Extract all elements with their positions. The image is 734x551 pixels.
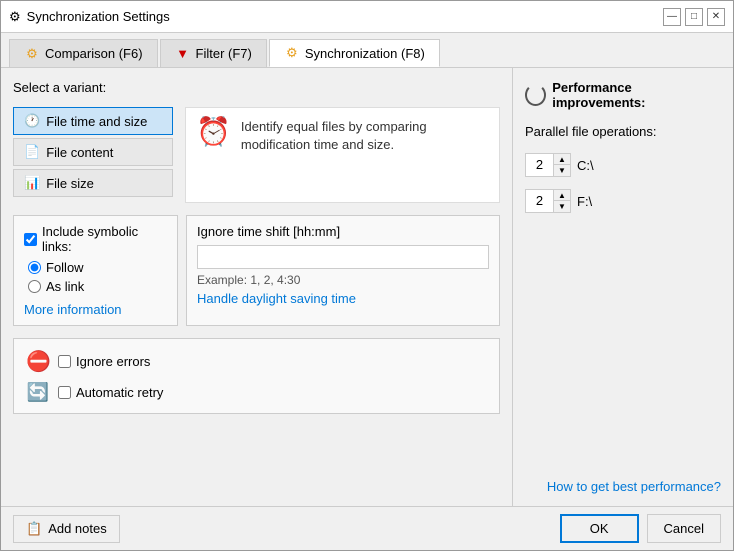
add-notes-button[interactable]: 📋 Add notes [13, 515, 120, 543]
left-panel: Select a variant: 🕐 File time and size 📄… [1, 68, 513, 506]
f-drive-label: F:\ [577, 194, 592, 209]
file-time-size-icon: 🕐 [24, 113, 40, 129]
select-variant-label: Select a variant: [13, 80, 500, 95]
f-spinner-value: 2 [526, 190, 554, 212]
tab-filter[interactable]: ▼ Filter (F7) [160, 39, 267, 67]
automatic-retry-row: 🔄 Automatic retry [26, 382, 487, 403]
follow-radio-label[interactable]: Follow [28, 260, 167, 275]
description-text: Identify equal files by comparing modifi… [241, 118, 489, 154]
follow-radio[interactable] [28, 261, 41, 274]
tab-comparison[interactable]: ⚙ Comparison (F6) [9, 39, 158, 67]
automatic-retry-icon: 🔄 [26, 382, 50, 403]
title-bar-controls: — □ ✕ [663, 8, 725, 26]
ignore-errors-text: Ignore errors [76, 354, 150, 369]
how-to-link[interactable]: How to get best performance? [525, 479, 721, 494]
comparison-icon: ⚙ [24, 46, 40, 62]
c-spinner-up[interactable]: ▲ [554, 154, 570, 165]
daylight-saving-link[interactable]: Handle daylight saving time [197, 291, 489, 306]
f-drive-row: 2 ▲ ▼ F:\ [525, 189, 721, 213]
follow-radio-group: Follow As link [24, 260, 167, 294]
symbolic-time-section: Include symbolic links: Follow As link M… [13, 215, 500, 326]
footer-buttons: OK Cancel [560, 514, 721, 543]
file-size-icon: 📊 [24, 175, 40, 191]
variant-file-size-label: File size [46, 176, 94, 191]
add-notes-label: Add notes [48, 521, 107, 536]
errors-retry-section: ⛔ Ignore errors 🔄 Automatic retry [13, 338, 500, 414]
c-spinner-control: 2 ▲ ▼ [525, 153, 571, 177]
description-box: ⏰ Identify equal files by comparing modi… [185, 107, 500, 203]
filter-icon: ▼ [175, 46, 191, 62]
tab-synchronization-label: Synchronization (F8) [305, 46, 425, 61]
tab-synchronization[interactable]: ⚙ Synchronization (F8) [269, 39, 440, 67]
f-spinner-control: 2 ▲ ▼ [525, 189, 571, 213]
cancel-button[interactable]: Cancel [647, 514, 721, 543]
f-spinner-arrows: ▲ ▼ [554, 190, 570, 212]
synchronization-settings-window: ⚙ Synchronization Settings — □ ✕ ⚙ Compa… [0, 0, 734, 551]
as-link-radio[interactable] [28, 280, 41, 293]
ignore-errors-label[interactable]: Ignore errors [58, 354, 150, 369]
time-shift-input[interactable] [197, 245, 489, 269]
file-content-icon: 📄 [24, 144, 40, 160]
close-button[interactable]: ✕ [707, 8, 725, 26]
ignore-errors-row: ⛔ Ignore errors [26, 349, 487, 374]
include-symbolic-links-label[interactable]: Include symbolic links: [24, 224, 167, 254]
window-title: Synchronization Settings [27, 9, 170, 24]
include-symbolic-links-text: Include symbolic links: [42, 224, 167, 254]
as-link-radio-label[interactable]: As link [28, 279, 167, 294]
parallel-ops-label: Parallel file operations: [525, 124, 721, 139]
more-info-link[interactable]: More information [24, 302, 167, 317]
tab-filter-label: Filter (F7) [196, 46, 252, 61]
main-content: Select a variant: 🕐 File time and size 📄… [1, 68, 733, 506]
automatic-retry-text: Automatic retry [76, 385, 163, 400]
ok-button[interactable]: OK [560, 514, 639, 543]
performance-title-text: Performance improvements: [552, 80, 721, 110]
automatic-retry-checkbox[interactable] [58, 386, 71, 399]
title-bar: ⚙ Synchronization Settings — □ ✕ [1, 1, 733, 33]
add-notes-icon: 📋 [26, 521, 42, 537]
tabs-bar: ⚙ Comparison (F6) ▼ Filter (F7) ⚙ Synchr… [1, 33, 733, 68]
time-shift-label: Ignore time shift [hh:mm] [197, 224, 489, 239]
right-panel: Performance improvements: Parallel file … [513, 68, 733, 506]
performance-icon [525, 84, 546, 106]
c-spinner-value: 2 [526, 154, 554, 176]
title-bar-left: ⚙ Synchronization Settings [9, 9, 170, 25]
performance-title: Performance improvements: [525, 80, 721, 110]
include-symbolic-links-checkbox[interactable] [24, 233, 37, 246]
example-text: Example: 1, 2, 4:30 [197, 273, 489, 287]
f-spinner-up[interactable]: ▲ [554, 190, 570, 201]
c-spinner-arrows: ▲ ▼ [554, 154, 570, 176]
c-spinner-down[interactable]: ▼ [554, 165, 570, 176]
as-link-radio-text: As link [46, 279, 84, 294]
ignore-errors-icon: ⛔ [26, 349, 50, 374]
follow-radio-text: Follow [46, 260, 84, 275]
time-shift-box: Ignore time shift [hh:mm] Example: 1, 2,… [186, 215, 500, 326]
ignore-errors-checkbox[interactable] [58, 355, 71, 368]
variant-file-time-size-label: File time and size [46, 114, 147, 129]
c-drive-label: C:\ [577, 158, 594, 173]
variant-and-desc: 🕐 File time and size 📄 File content 📊 Fi… [13, 107, 500, 203]
description-icon: ⏰ [196, 118, 231, 146]
variant-buttons: 🕐 File time and size 📄 File content 📊 Fi… [13, 107, 173, 197]
automatic-retry-label[interactable]: Automatic retry [58, 385, 163, 400]
f-spinner-down[interactable]: ▼ [554, 201, 570, 212]
window-icon: ⚙ [9, 9, 21, 25]
sync-icon: ⚙ [284, 45, 300, 61]
variant-file-content[interactable]: 📄 File content [13, 138, 173, 166]
variant-file-time-size[interactable]: 🕐 File time and size [13, 107, 173, 135]
tab-comparison-label: Comparison (F6) [45, 46, 143, 61]
variant-file-size[interactable]: 📊 File size [13, 169, 173, 197]
minimize-button[interactable]: — [663, 8, 681, 26]
footer: 📋 Add notes OK Cancel [1, 506, 733, 550]
c-drive-row: 2 ▲ ▼ C:\ [525, 153, 721, 177]
maximize-button[interactable]: □ [685, 8, 703, 26]
variant-file-content-label: File content [46, 145, 113, 160]
symbolic-links-box: Include symbolic links: Follow As link M… [13, 215, 178, 326]
